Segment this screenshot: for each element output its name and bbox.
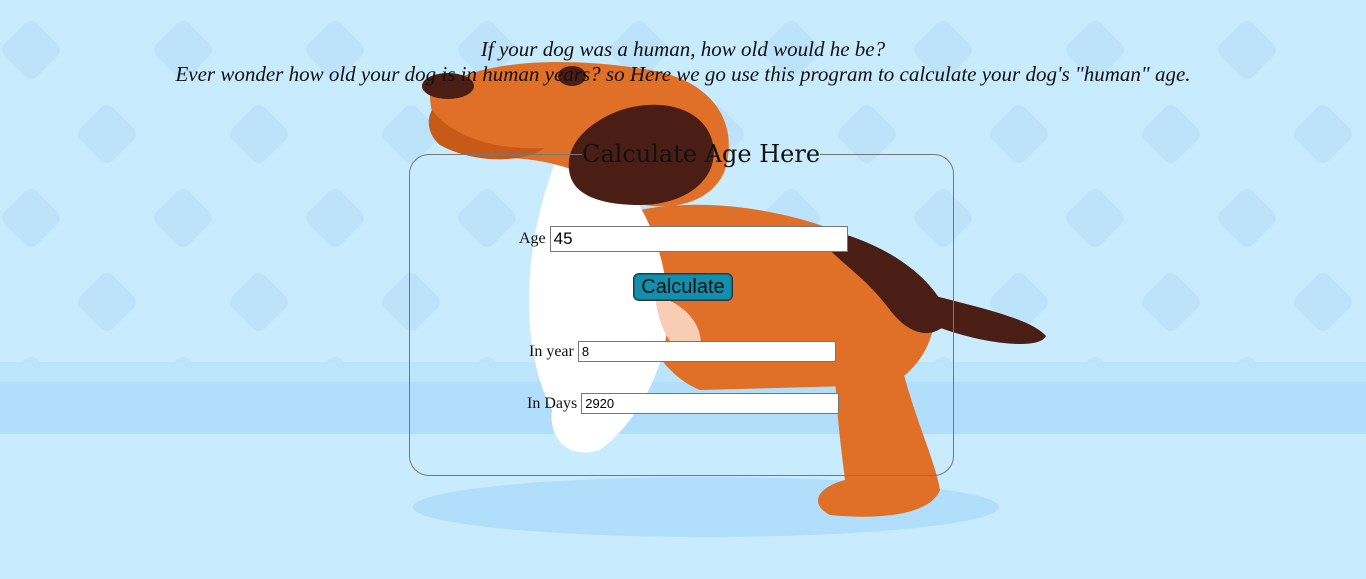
form-legend: Calculate Age Here	[582, 140, 821, 168]
calculate-button[interactable]: Calculate	[633, 273, 733, 301]
intro-question: If your dog was a human, how old would h…	[480, 37, 886, 61]
age-row: Age	[519, 226, 848, 252]
days-output[interactable]	[581, 393, 840, 414]
year-row: In year	[529, 341, 836, 362]
year-output[interactable]	[577, 341, 836, 362]
year-label: In year	[529, 342, 574, 360]
age-input[interactable]	[549, 226, 848, 252]
intro-text: If your dog was a human, how old would h…	[0, 37, 1366, 87]
calculate-age-form: Calculate Age Here Age Calculate In year…	[409, 140, 954, 476]
intro-description: Ever wonder how old your dog is in human…	[175, 62, 1191, 86]
days-label: In Days	[527, 394, 578, 412]
days-row: In Days	[527, 393, 840, 414]
age-label: Age	[519, 230, 546, 247]
